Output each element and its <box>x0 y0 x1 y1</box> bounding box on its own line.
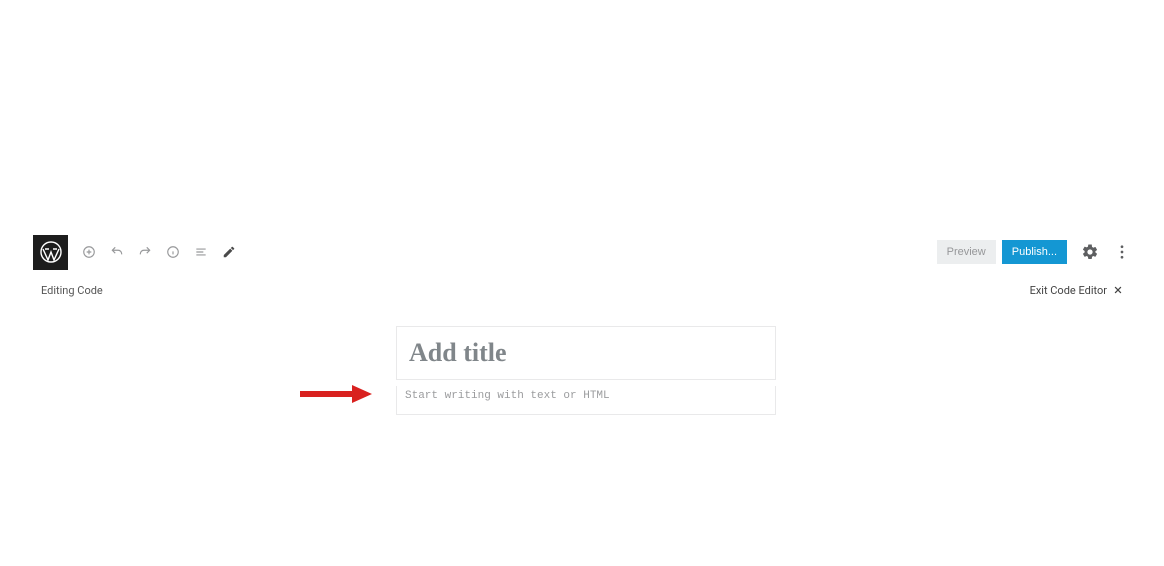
redo-icon[interactable] <box>138 245 152 259</box>
outline-icon[interactable] <box>194 245 208 259</box>
add-block-icon[interactable] <box>82 245 96 259</box>
info-icon[interactable] <box>166 245 180 259</box>
undo-icon[interactable] <box>110 245 124 259</box>
editor-area <box>396 326 776 415</box>
editing-mode-label: Editing Code <box>41 284 103 297</box>
post-title-field-wrapper <box>396 326 776 380</box>
post-body-textarea[interactable] <box>405 390 767 406</box>
tool-icon-group <box>82 245 236 259</box>
code-editor-subbar: Editing Code Exit Code Editor <box>33 280 1131 300</box>
blank-region <box>0 0 1164 234</box>
exit-code-editor-button[interactable]: Exit Code Editor <box>1030 284 1123 297</box>
more-options-icon[interactable] <box>1113 243 1131 261</box>
wordpress-logo[interactable] <box>33 235 68 270</box>
post-body-field-wrapper <box>396 386 776 415</box>
annotation-arrow-icon <box>300 385 372 403</box>
edit-pencil-icon[interactable] <box>222 245 236 259</box>
settings-gear-icon[interactable] <box>1081 243 1099 261</box>
publish-button[interactable]: Publish... <box>1002 240 1067 264</box>
right-controls: Preview Publish... <box>937 240 1131 264</box>
exit-code-editor-label: Exit Code Editor <box>1030 284 1107 297</box>
preview-button[interactable]: Preview <box>937 240 996 264</box>
post-title-input[interactable] <box>409 338 763 368</box>
top-toolbar: Preview Publish... <box>33 234 1131 270</box>
close-icon <box>1113 285 1123 295</box>
